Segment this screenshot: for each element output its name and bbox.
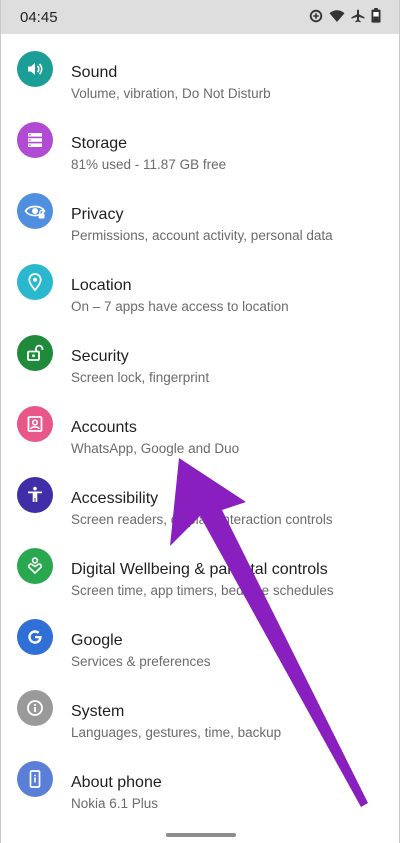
status-bar: 04:45 [1, 0, 399, 34]
settings-item-subtitle: Screen time, app timers, bedtime schedul… [71, 583, 334, 598]
settings-item-accounts[interactable]: Accounts WhatsApp, Google and Duo [1, 389, 399, 460]
settings-item-system[interactable]: System Languages, gestures, time, backup [1, 673, 399, 744]
settings-item-accessibility[interactable]: Accessibility Screen readers, display, i… [1, 460, 399, 531]
settings-item-about-phone[interactable]: About phone Nokia 6.1 Plus [1, 744, 399, 815]
settings-item-subtitle: Volume, vibration, Do Not Disturb [71, 86, 271, 101]
storage-icon [17, 122, 53, 158]
wellbeing-heart-icon [17, 548, 53, 584]
settings-item-title: About phone [71, 774, 162, 791]
settings-item-title: Sound [71, 64, 118, 81]
settings-list: Sound Volume, vibration, Do Not Disturb … [1, 34, 399, 815]
settings-item-title: Security [71, 348, 129, 365]
volume-icon [17, 51, 53, 87]
gesture-navigation-bar[interactable] [166, 833, 236, 837]
privacy-eye-icon [17, 193, 53, 229]
status-icons [309, 8, 381, 23]
settings-item-title: Privacy [71, 206, 124, 223]
settings-item-location[interactable]: Location On – 7 apps have access to loca… [1, 247, 399, 318]
settings-item-subtitle: Services & preferences [71, 654, 211, 669]
settings-item-google[interactable]: Google Services & preferences [1, 602, 399, 673]
settings-item-title: Accounts [71, 419, 137, 436]
status-time: 04:45 [20, 9, 58, 26]
wifi-icon [329, 9, 345, 23]
settings-item-subtitle: Permissions, account activity, personal … [71, 228, 333, 243]
settings-item-subtitle: On – 7 apps have access to location [71, 299, 289, 314]
settings-item-title: Accessibility [71, 490, 159, 507]
settings-item-subtitle: 81% used - 11.87 GB free [71, 157, 227, 172]
settings-item-subtitle: Screen readers, display, interaction con… [71, 512, 333, 527]
settings-item-subtitle: Screen lock, fingerprint [71, 370, 210, 385]
settings-item-subtitle: Languages, gestures, time, backup [71, 725, 282, 740]
settings-item-storage[interactable]: Storage 81% used - 11.87 GB free [1, 105, 399, 176]
settings-item-sound[interactable]: Sound Volume, vibration, Do Not Disturb [1, 34, 399, 105]
battery-icon [371, 8, 381, 23]
settings-item-title: System [71, 703, 125, 720]
google-g-icon [17, 619, 53, 655]
data-saver-icon [309, 9, 323, 23]
settings-item-digital-wellbeing[interactable]: Digital Wellbeing & parental controls Sc… [1, 531, 399, 602]
accessibility-icon [17, 477, 53, 513]
airplane-icon [351, 9, 365, 23]
settings-item-subtitle: Nokia 6.1 Plus [71, 796, 159, 811]
info-icon [17, 690, 53, 726]
lock-open-icon [17, 335, 53, 371]
account-box-icon [17, 406, 53, 442]
settings-item-privacy[interactable]: Privacy Permissions, account activity, p… [1, 176, 399, 247]
settings-item-title: Location [71, 277, 132, 294]
settings-item-subtitle: WhatsApp, Google and Duo [71, 441, 240, 456]
settings-item-title: Storage [71, 135, 128, 152]
settings-item-title: Digital Wellbeing & parental controls [71, 561, 328, 578]
phone-info-icon [17, 761, 53, 797]
location-pin-icon [17, 264, 53, 300]
settings-item-security[interactable]: Security Screen lock, fingerprint [1, 318, 399, 389]
settings-item-title: Google [71, 632, 123, 649]
